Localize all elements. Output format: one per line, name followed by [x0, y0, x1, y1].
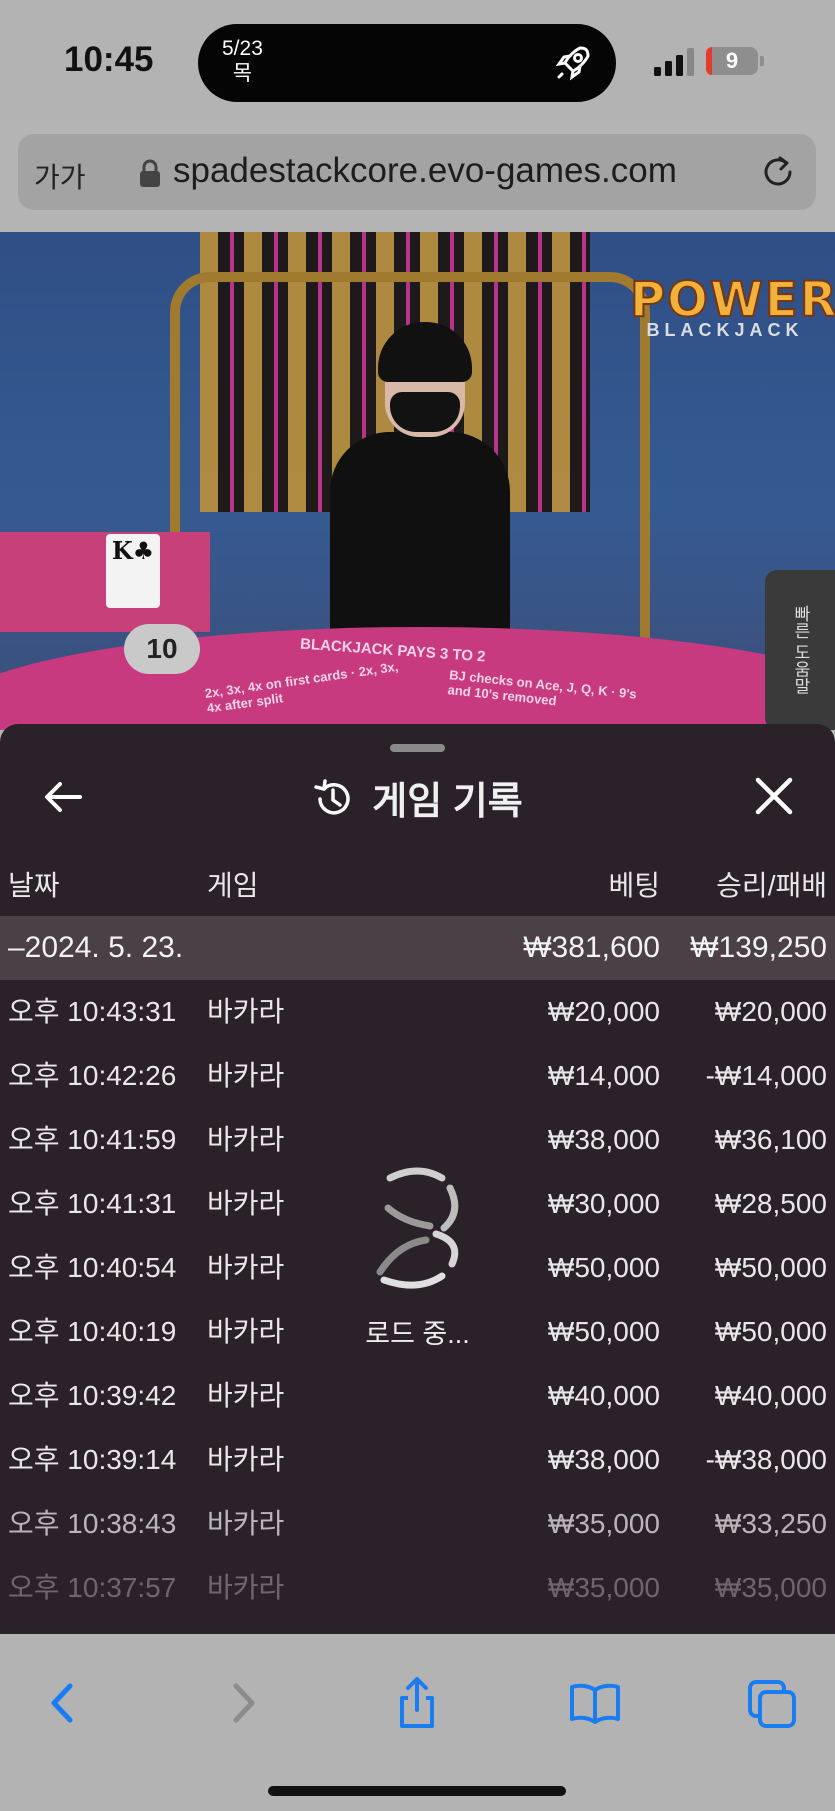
row-bet: ₩30,000: [547, 1188, 660, 1219]
battery-icon: 9: [706, 47, 758, 75]
row-time: 오후 10:38:43: [8, 1508, 177, 1539]
rocket-icon: [555, 46, 590, 81]
row-game: 바카라: [207, 996, 285, 1027]
loading-label: 로드 중...: [365, 1319, 470, 1349]
drag-handle[interactable]: [390, 744, 445, 752]
row-time: 오후 10:42:26: [8, 1060, 177, 1091]
back-icon[interactable]: [36, 1676, 90, 1730]
island-date: 5/23 목: [222, 37, 263, 85]
close-icon[interactable]: [752, 774, 796, 818]
power-blackjack-logo: POWER BLACKJACK: [629, 271, 835, 340]
share-icon[interactable]: [390, 1676, 444, 1730]
panel-title: 게임 기록: [0, 770, 835, 825]
row-game: 바카라: [207, 1060, 285, 1091]
row-game: 바카라: [207, 1444, 285, 1475]
table-row[interactable]: 오후 10:42:26 바카라 ₩14,000 -₩14,000: [0, 1044, 835, 1108]
row-game: 바카라: [207, 1124, 285, 1155]
summary-date: –2024. 5. 23.: [8, 931, 184, 964]
text-size-button[interactable]: 가가: [34, 156, 86, 196]
row-win-loss: ₩33,250: [714, 1508, 827, 1539]
row-bet: ₩35,000: [547, 1508, 660, 1539]
summary-bet: ₩381,600: [523, 931, 660, 964]
url-field[interactable]: spadestackcore.evo-games.com: [173, 151, 677, 191]
row-bet: ₩20,000: [547, 996, 660, 1027]
dealer-score-badge: 10: [124, 624, 200, 674]
row-time: 오후 10:43:31: [8, 996, 177, 1027]
cellular-signal-icon: [654, 48, 694, 76]
dealer-mask: [390, 392, 460, 432]
table-row[interactable]: 오후 10:38:43 바카라 ₩35,000 ₩33,250: [0, 1492, 835, 1556]
row-win-loss: ₩40,000: [714, 1380, 827, 1411]
battery-nub: [760, 56, 764, 66]
reload-icon[interactable]: [758, 152, 798, 192]
side-table: [0, 532, 210, 632]
browser-toolbar: [0, 1634, 835, 1811]
row-bet: ₩35,000: [547, 1572, 660, 1603]
row-time: 오후 10:37:57: [8, 1572, 177, 1603]
row-win-loss: -₩38,000: [705, 1444, 827, 1475]
row-bet: ₩50,000: [547, 1316, 660, 1347]
game-history-panel: 게임 기록 날짜 게임 베팅 승리/패배 –2024. 5. 23. ₩381,…: [0, 724, 835, 1634]
row-time: 오후 10:40:54: [8, 1252, 177, 1283]
row-game: 바카라: [207, 1188, 285, 1219]
loading-indicator: 로드 중...: [355, 1164, 480, 1351]
row-game: 바카라: [207, 1252, 285, 1283]
tabs-icon[interactable]: [746, 1676, 800, 1730]
row-bet: ₩14,000: [547, 1060, 660, 1091]
table-row[interactable]: 오후 10:43:31 바카라 ₩20,000 ₩20,000: [0, 980, 835, 1044]
quick-help-tab[interactable]: 빠른 도움말: [765, 570, 835, 730]
row-win-loss: ₩36,100: [714, 1124, 827, 1155]
loading-spinner-icon: [376, 1167, 458, 1289]
row-time: 오후 10:41:59: [8, 1124, 177, 1155]
row-win-loss: ₩28,500: [714, 1188, 827, 1219]
dynamic-island[interactable]: 5/23 목: [198, 24, 616, 102]
row-win-loss: -₩14,000: [705, 1060, 827, 1091]
table-header: 날짜 게임 베팅 승리/패배: [0, 864, 835, 914]
header-date: 날짜: [8, 870, 60, 901]
dealer-card: K♣: [106, 534, 160, 608]
header-game: 게임: [207, 870, 259, 901]
row-game: 바카라: [207, 1380, 285, 1411]
summary-win-loss: ₩139,250: [690, 931, 827, 964]
row-win-loss: ₩20,000: [714, 996, 827, 1027]
forward-icon[interactable]: [216, 1676, 270, 1730]
home-indicator[interactable]: [268, 1786, 566, 1796]
row-win-loss: ₩50,000: [714, 1252, 827, 1283]
lock-icon: [140, 159, 160, 187]
row-bet: ₩38,000: [547, 1124, 660, 1155]
history-icon: [314, 779, 351, 815]
status-bar: 10:45 5/23 목 9: [0, 0, 835, 120]
clock: 10:45: [64, 40, 154, 79]
row-win-loss: ₩50,000: [714, 1316, 827, 1347]
date-summary-row[interactable]: –2024. 5. 23. ₩381,600 ₩139,250: [0, 916, 835, 980]
address-bar[interactable]: 가가 spadestackcore.evo-games.com: [18, 134, 816, 210]
row-time: 오후 10:41:31: [8, 1188, 177, 1219]
table-row[interactable]: 오후 10:41:59 바카라 ₩38,000 ₩36,100: [0, 1108, 835, 1172]
row-bet: ₩38,000: [547, 1444, 660, 1475]
row-game: 바카라: [207, 1572, 285, 1603]
game-video[interactable]: POWER BLACKJACK K♣ 10 2x, 3x, 4x on firs…: [0, 232, 835, 730]
table-row[interactable]: 오후 10:39:14 바카라 ₩38,000 -₩38,000: [0, 1428, 835, 1492]
row-time: 오후 10:40:19: [8, 1316, 177, 1347]
row-time: 오후 10:39:42: [8, 1380, 177, 1411]
row-win-loss: ₩35,000: [714, 1572, 827, 1603]
row-bet: ₩40,000: [547, 1380, 660, 1411]
row-game: 바카라: [207, 1508, 285, 1539]
header-bet: 베팅: [608, 870, 660, 901]
header-win-loss: 승리/패배: [716, 870, 827, 901]
row-game: 바카라: [207, 1316, 285, 1347]
row-bet: ₩50,000: [547, 1252, 660, 1283]
table-row[interactable]: 오후 10:39:42 바카라 ₩40,000 ₩40,000: [0, 1364, 835, 1428]
table-row[interactable]: 오후 10:37:57 바카라 ₩35,000 ₩35,000: [0, 1556, 835, 1620]
row-time: 오후 10:39:14: [8, 1444, 177, 1475]
bookmarks-icon[interactable]: [568, 1676, 622, 1730]
